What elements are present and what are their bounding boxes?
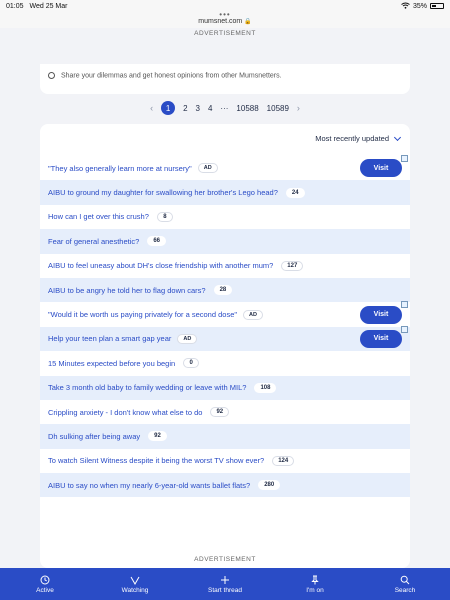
thread-title[interactable]: "Would it be worth us paying privately f…: [48, 310, 237, 319]
reply-count-badge: 28: [213, 285, 233, 296]
next-page-button[interactable]: ›: [297, 103, 300, 113]
reply-count-badge: 92: [210, 407, 230, 418]
thread-row[interactable]: AIBU to feel uneasy about DH's close fri…: [40, 254, 410, 278]
thread-title[interactable]: Dh sulking after being away: [48, 432, 140, 441]
thread-row-ad[interactable]: Help your teen plan a smart gap year AD …: [40, 325, 410, 352]
page-2-button[interactable]: 2: [183, 104, 187, 113]
tab-label[interactable]: I'm on: [306, 587, 324, 594]
sort-label[interactable]: Most recently updated: [315, 134, 389, 143]
thread-row[interactable]: Take 3 month old baby to family wedding …: [40, 375, 410, 400]
page-10589-button[interactable]: 10589: [267, 104, 289, 113]
reply-count-badge: 124: [272, 455, 295, 466]
thread-rows: "They also generally learn more at nurse…: [40, 155, 410, 498]
thread-row[interactable]: Crippling anxiety - I don't know what el…: [40, 400, 410, 424]
battery-percent: 35%: [412, 2, 427, 10]
tab-search[interactable]: Search: [370, 575, 440, 594]
ad-badge: AD: [177, 333, 198, 344]
lock-icon: 🔒: [244, 19, 252, 25]
adchoices-icon[interactable]: [401, 155, 408, 162]
thread-row[interactable]: AIBU to be angry he told her to flag dow…: [40, 277, 410, 303]
thread-title[interactable]: AIBU to feel uneasy about DH's close fri…: [48, 261, 273, 270]
status-date: Wed 25 Mar: [29, 2, 68, 10]
plus-icon: [221, 575, 229, 584]
page-10588-button[interactable]: 10588: [236, 104, 258, 113]
thread-row[interactable]: Dh sulking after being away 92: [40, 424, 410, 449]
thread-list-card: Most recently updated "They also general…: [40, 124, 410, 568]
advertisement-label-bottom: ADVERTISEMENT: [194, 556, 256, 563]
chevron-down-icon[interactable]: [393, 133, 402, 141]
pagination: ‹ 1 2 3 4 ··· 10588 10589 ›: [0, 100, 450, 116]
reply-count-badge: 280: [258, 480, 281, 491]
tab-label[interactable]: Active: [36, 587, 54, 594]
thread-row[interactable]: 15 Minutes expected before you begin 0: [40, 351, 410, 375]
tab-label[interactable]: Search: [395, 587, 416, 594]
tab-label[interactable]: Watching: [122, 587, 149, 594]
thread-row[interactable]: AIBU to say no when my nearly 6-year-old…: [40, 473, 410, 498]
reply-count-badge: 8: [156, 211, 173, 222]
battery-icon: [430, 3, 444, 9]
page-1-button[interactable]: 1: [161, 101, 176, 115]
tab-label[interactable]: Start thread: [208, 587, 242, 594]
status-right: 35%: [401, 2, 444, 11]
url-text[interactable]: mumsnet.com: [198, 18, 242, 25]
thread-title[interactable]: 15 Minutes expected before you begin: [48, 359, 175, 368]
clock-icon: [40, 575, 50, 584]
search-icon: [400, 575, 410, 584]
visit-button[interactable]: Visit: [360, 159, 402, 178]
tab-im-on[interactable]: I'm on: [280, 575, 350, 594]
prev-page-button[interactable]: ‹: [150, 103, 153, 113]
status-time: 01:05: [6, 2, 24, 10]
thread-title[interactable]: AIBU to be angry he told her to flag dow…: [48, 286, 206, 295]
reply-count-badge: 66: [147, 236, 166, 247]
reply-count-badge: 127: [281, 260, 304, 271]
watching-icon: [130, 576, 140, 585]
ad-badge: AD: [197, 163, 218, 174]
info-icon: [48, 72, 55, 79]
bottom-tab-bar: Active Watching Start thread I'm on Sear…: [0, 568, 450, 600]
reply-count-badge: 24: [285, 187, 305, 198]
ad-badge: AD: [243, 309, 263, 320]
thread-title[interactable]: How can I get over this crush?: [48, 212, 149, 221]
thread-title[interactable]: To watch Silent Witness despite it being…: [48, 456, 264, 465]
thread-title[interactable]: Take 3 month old baby to family wedding …: [48, 383, 246, 392]
sort-dropdown[interactable]: Most recently updated: [315, 133, 402, 143]
thread-title[interactable]: Help your teen plan a smart gap year: [48, 334, 171, 343]
reply-count-badge: 108: [254, 382, 277, 393]
thread-row[interactable]: AIBU to ground my daughter for swallowin…: [40, 180, 410, 205]
thread-title[interactable]: AIBU to ground my daughter for swallowin…: [48, 188, 278, 197]
thread-row[interactable]: Fear of general anesthetic? 66: [40, 229, 410, 254]
adchoices-icon[interactable]: [401, 325, 408, 333]
tab-watching[interactable]: Watching: [100, 575, 170, 594]
tab-start-thread[interactable]: Start thread: [190, 575, 260, 594]
adchoices-icon[interactable]: [401, 301, 408, 309]
status-left: 01:05 Wed 25 Mar: [6, 3, 67, 10]
page-4-button[interactable]: 4: [208, 104, 212, 113]
browser-url-bar[interactable]: ••• mumsnet.com 🔒: [0, 11, 450, 28]
wifi-icon: [401, 2, 410, 11]
reply-count-badge: 92: [148, 431, 167, 442]
reply-count-badge: 0: [183, 358, 200, 369]
pin-icon: [311, 575, 319, 584]
thread-title[interactable]: Fear of general anesthetic?: [48, 237, 139, 246]
thread-row[interactable]: How can I get over this crush? 8: [40, 205, 410, 229]
advertisement-label-top: ADVERTISEMENT: [194, 30, 256, 37]
thread-row-ad[interactable]: "Would it be worth us paying privately f…: [40, 301, 410, 326]
intro-card: Share your dilemmas and get honest opini…: [40, 64, 410, 94]
tab-active[interactable]: Active: [10, 575, 80, 594]
thread-row-ad[interactable]: "They also generally learn more at nurse…: [40, 155, 410, 180]
intro-text-label: Share your dilemmas and get honest opini…: [60, 72, 282, 80]
thread-title[interactable]: AIBU to say no when my nearly 6-year-old…: [48, 481, 250, 490]
thread-title[interactable]: Crippling anxiety - I don't know what el…: [48, 408, 202, 417]
intro-text: Share your dilemmas and get honest opini…: [48, 72, 282, 79]
visit-button[interactable]: Visit: [360, 329, 402, 348]
page-3-button[interactable]: 3: [196, 104, 200, 113]
pagination-ellipsis: ···: [220, 103, 229, 113]
thread-row[interactable]: To watch Silent Witness despite it being…: [40, 449, 410, 473]
visit-button[interactable]: Visit: [360, 305, 402, 324]
thread-title[interactable]: "They also generally learn more at nurse…: [48, 164, 192, 173]
